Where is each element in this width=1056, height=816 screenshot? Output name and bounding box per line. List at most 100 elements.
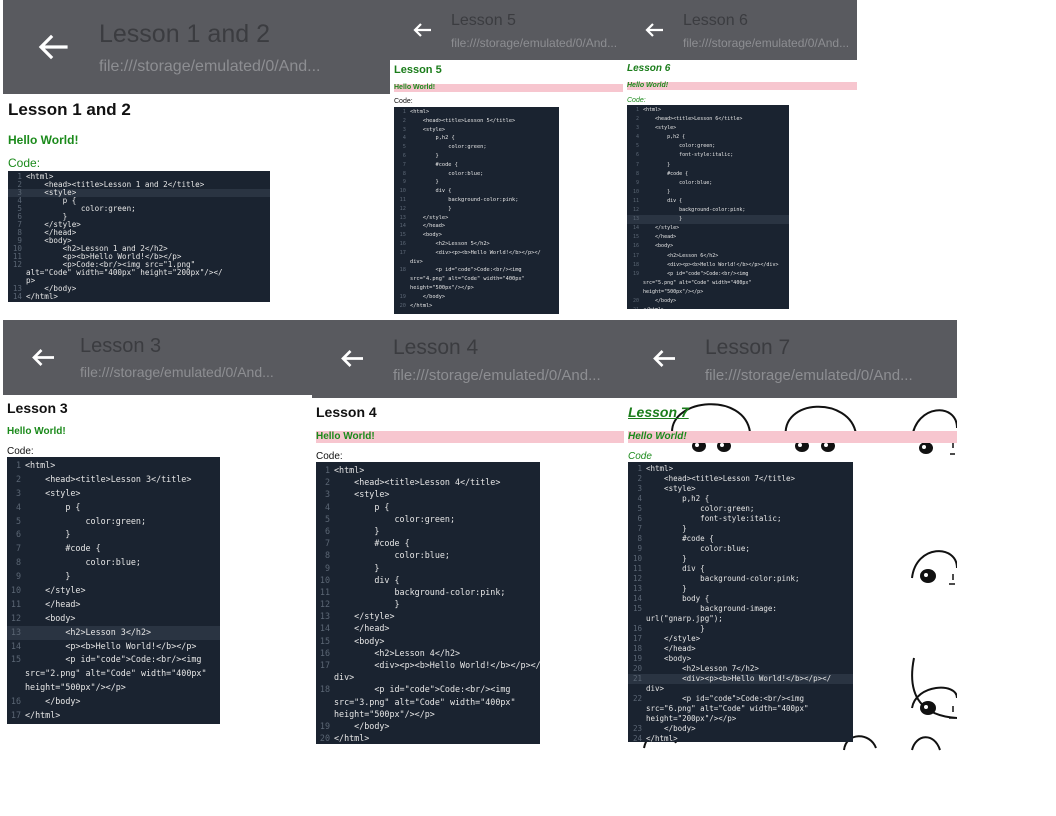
code-line-text: height="500px"/></p>: [643, 288, 704, 295]
code-line: 19 <p id="code">Code:<br/><img: [627, 270, 789, 279]
code-label: Code:: [8, 156, 41, 170]
app-bar-url: file:///storage/emulated/0/And...: [99, 58, 321, 75]
hello-world-text: Hello World!: [7, 426, 66, 437]
code-line: 15 <body>: [394, 231, 559, 240]
page-content: Lesson 5 Hello World! Code: 1 <html> 2 <he…: [390, 60, 623, 318]
code-line: 1 <html>: [627, 106, 789, 115]
code-line: 23 </body>: [628, 724, 853, 734]
code-line-text: color:green;: [25, 515, 147, 526]
code-line-number: 4: [324, 501, 330, 512]
code-line-text: </html>: [410, 302, 433, 309]
code-line: 6 }: [8, 213, 270, 221]
code-line-text: }: [643, 216, 683, 223]
code-line: 12 }: [394, 205, 559, 214]
code-line-text: </body>: [334, 720, 390, 731]
code-line: 1 <html>: [316, 464, 540, 476]
code-line-text: }: [643, 188, 671, 195]
code-line-text: }: [26, 213, 68, 221]
code-line-number: [628, 684, 642, 694]
code-line-text: body {: [646, 594, 710, 603]
code-line: 4 p,h2 {: [394, 134, 559, 143]
code-line: 2 <head><title>Lesson 4</title>: [316, 476, 540, 488]
page-content: Lesson 4 Hello World! Code: 1 <html> 2 <he…: [312, 398, 624, 750]
code-line-number: 5: [402, 144, 406, 151]
code-line: 22 <p id="code">Code:<br/><img: [628, 694, 853, 704]
code-line: src="6.png" alt="Code" width="400px": [628, 704, 853, 714]
code-line-text: <h2>Lesson 7</h2>: [646, 664, 759, 673]
code-line-text: </head>: [643, 234, 677, 241]
code-line: 5 color:green;: [7, 515, 220, 529]
code-line-text: <style>: [410, 126, 446, 133]
code-line-text: <body>: [334, 635, 385, 646]
code-line-text: <style>: [25, 487, 81, 498]
back-arrow-icon[interactable]: [648, 344, 680, 372]
code-line: 6 }: [394, 152, 559, 161]
code-line: 8 </head>: [8, 229, 270, 237]
code-line: height="500px"/></p>: [627, 288, 789, 297]
code-line-text: color:blue;: [25, 557, 141, 568]
back-arrow-icon[interactable]: [410, 19, 434, 41]
code-line: 2 <head><title>Lesson 6</title>: [627, 115, 789, 124]
code-line-number: 19: [632, 654, 642, 663]
code-line-text: </body>: [646, 724, 696, 733]
code-line: 7 </style>: [8, 221, 270, 229]
app-bar: Lesson 7 file:///storage/emulated/0/And.…: [624, 320, 957, 398]
app-bar-url: file:///storage/emulated/0/And...: [683, 36, 850, 50]
code-line-text: src="3.png" alt="Code" width="400px": [334, 696, 516, 707]
code-line-text: height="500px"/></p>: [334, 708, 435, 719]
back-arrow-icon[interactable]: [27, 343, 59, 371]
code-line: 2 <head><title>Lesson 1 and 2</title>: [8, 181, 270, 189]
code-line-number: 2: [637, 474, 642, 483]
code-line: 18 </head>: [628, 644, 853, 654]
code-line-text: </html>: [25, 710, 61, 721]
code-line: 14 </head>: [394, 222, 559, 231]
back-arrow-icon[interactable]: [33, 30, 73, 64]
code-line: 5 color:green;: [316, 513, 540, 525]
code-line: div>: [394, 258, 559, 267]
code-line-number: 12: [12, 260, 22, 269]
code-line: 12 <body>: [7, 612, 220, 626]
code-line-number: 18: [632, 644, 642, 653]
code-line-number: 8: [637, 534, 642, 543]
page-content: Lesson 6 Hello World! Code: 1 <html> 2 <he…: [623, 60, 857, 318]
code-line: 20 <h2>Lesson 7</h2>: [628, 664, 853, 674]
code-line-number: 9: [324, 562, 330, 573]
code-line-text: <head><title>Lesson 3</title>: [25, 473, 192, 484]
code-line-text: <body>: [410, 232, 442, 239]
code-line: 11 background-color:pink;: [316, 586, 540, 598]
code-line: 7 #code {: [394, 161, 559, 170]
back-arrow-icon[interactable]: [336, 344, 368, 372]
code-line-number: [7, 681, 21, 695]
back-arrow-icon[interactable]: [642, 19, 666, 41]
code-line: 2 <head><title>Lesson 7</title>: [628, 474, 853, 484]
code-line-number: [627, 279, 639, 288]
code-line-text: <body>: [646, 654, 692, 663]
code-line: 14 <p><b>Hello World!</b></p>: [7, 640, 220, 654]
code-line-number: [628, 614, 642, 624]
page-content: Lesson 1 and 2 Hello World! Code: 1 <html…: [3, 94, 390, 318]
code-line-number: 13: [632, 584, 642, 593]
page-heading: Lesson 6: [627, 63, 671, 74]
code-line-number: 17: [399, 249, 406, 256]
code-line: height="200px"/></p>: [628, 714, 853, 724]
code-line-text: <head><title>Lesson 5</title>: [410, 117, 516, 124]
code-line-number: 13: [632, 216, 639, 223]
code-line-text: color:blue;: [334, 550, 450, 561]
code-line-number: 5: [635, 143, 639, 150]
code-line: 9 <body>: [8, 237, 270, 245]
code-line-text: p {: [26, 197, 77, 205]
code-line-number: 11: [632, 564, 642, 573]
code-line-number: 3: [637, 484, 642, 493]
code-line: 6 font-style:italic;: [627, 151, 789, 160]
code-line-text: <head><title>Lesson 7</title>: [646, 474, 796, 483]
code-line-text: div {: [646, 564, 705, 573]
code-line: 15 background-image:: [628, 604, 853, 614]
code-label: Code:: [7, 446, 34, 457]
code-line-number: 13: [319, 611, 330, 622]
code-line: 8 color:blue;: [316, 549, 540, 561]
app-bar: Lesson 6 file:///storage/emulated/0/And.…: [623, 0, 857, 60]
code-line-number: 10: [399, 188, 406, 195]
code-line-text: background-color:pink;: [643, 207, 746, 214]
code-line-number: 18: [399, 267, 406, 274]
code-line-number: [316, 696, 330, 708]
